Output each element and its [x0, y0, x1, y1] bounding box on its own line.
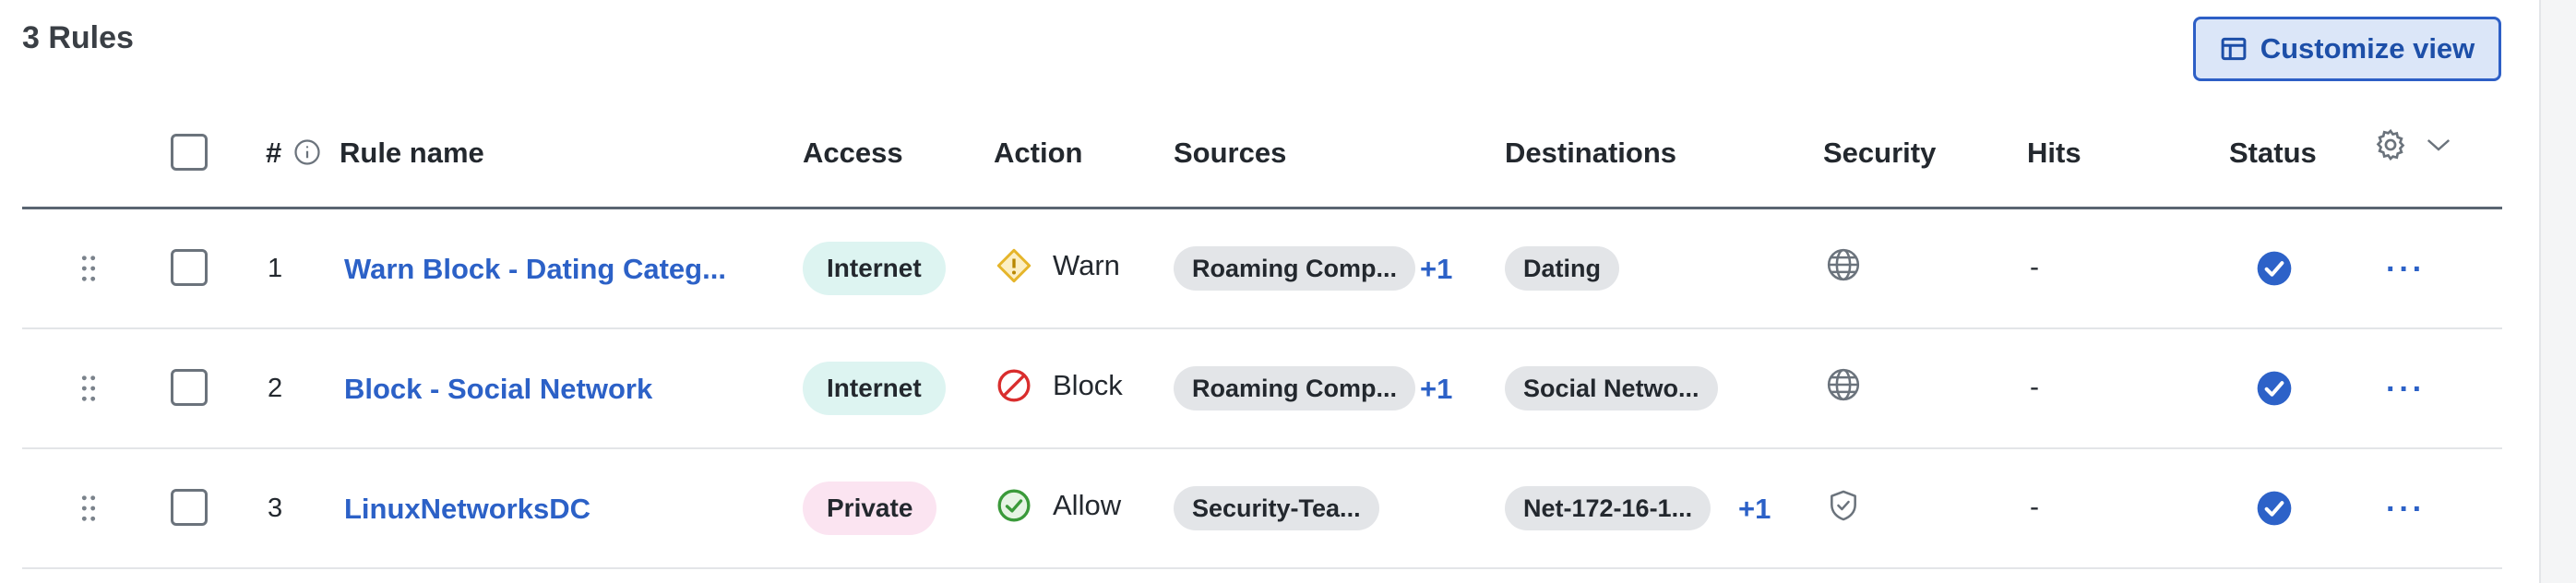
- drag-handle-icon[interactable]: [79, 255, 98, 282]
- index-header-label: #: [266, 137, 282, 169]
- scrollbar[interactable]: [2539, 0, 2576, 583]
- row-checkbox[interactable]: [171, 369, 208, 406]
- drag-handle-icon[interactable]: [79, 494, 98, 522]
- globe-icon: [1827, 368, 1860, 401]
- column-header-access[interactable]: Access: [803, 137, 903, 170]
- column-header-rule-name[interactable]: Rule name: [340, 137, 484, 170]
- source-more-link[interactable]: +1: [1420, 253, 1452, 286]
- rule-name-link[interactable]: LinuxNetworksDC: [344, 493, 590, 526]
- destination-tag: Dating: [1505, 246, 1619, 291]
- rule-name-link[interactable]: Block - Social Network: [344, 373, 652, 406]
- row-divider: [22, 327, 2502, 329]
- row-divider: [22, 447, 2502, 449]
- header-divider: [22, 207, 2502, 209]
- action-cell: Allow: [996, 487, 1121, 524]
- access-badge: Internet: [803, 242, 946, 295]
- column-header-sources[interactable]: Sources: [1174, 137, 1286, 170]
- more-options-icon[interactable]: ···: [2386, 494, 2426, 525]
- check-circle-icon: [2257, 491, 2292, 526]
- drag-handle-icon[interactable]: [79, 375, 98, 402]
- more-options-icon[interactable]: ···: [2386, 374, 2426, 405]
- customize-view-button[interactable]: Customize view: [2193, 17, 2501, 81]
- block-icon: [997, 369, 1031, 402]
- check-circle-icon: [2257, 251, 2292, 286]
- column-header-destinations[interactable]: Destinations: [1505, 137, 1676, 170]
- source-tag: Roaming Comp...: [1174, 246, 1415, 291]
- layout-icon: [2221, 37, 2247, 61]
- hits-value: -: [2030, 252, 2039, 282]
- access-badge: Internet: [803, 362, 946, 415]
- row-divider: [22, 567, 2502, 569]
- column-header-status[interactable]: Status: [2229, 137, 2317, 170]
- action-cell: Block: [996, 367, 1123, 404]
- info-icon[interactable]: [293, 138, 321, 166]
- chevron-down-icon: [2427, 139, 2451, 151]
- access-badge: Private: [803, 482, 937, 535]
- destination-more-link[interactable]: +1: [1738, 493, 1771, 526]
- destination-tag: Social Netwo...: [1505, 366, 1718, 410]
- rule-index: 1: [268, 254, 283, 283]
- gear-icon: [2376, 128, 2405, 161]
- source-more-link[interactable]: +1: [1420, 373, 1452, 406]
- hits-value: -: [2030, 372, 2039, 402]
- check-circle-icon: [2257, 371, 2292, 406]
- hits-value: -: [2030, 492, 2039, 522]
- action-cell: Warn: [996, 247, 1120, 284]
- row-checkbox[interactable]: [171, 249, 208, 286]
- column-settings-menu[interactable]: [2373, 127, 2452, 162]
- row-checkbox[interactable]: [171, 489, 208, 526]
- shield-check-icon: [1831, 490, 1856, 521]
- action-label: Warn: [1053, 249, 1120, 281]
- select-all-checkbox[interactable]: [171, 134, 208, 171]
- column-header-action[interactable]: Action: [994, 137, 1082, 170]
- customize-view-label: Customize view: [2260, 32, 2475, 65]
- more-options-icon[interactable]: ···: [2386, 254, 2426, 285]
- rule-index: 2: [268, 374, 283, 403]
- rule-name-link[interactable]: Warn Block - Dating Categ...: [344, 253, 726, 286]
- action-label: Block: [1053, 369, 1123, 401]
- warn-icon: [996, 248, 1032, 283]
- action-label: Allow: [1053, 489, 1122, 521]
- destination-tag: Net-172-16-1...: [1505, 486, 1711, 530]
- globe-icon: [1827, 248, 1860, 281]
- column-header-hits[interactable]: Hits: [2027, 137, 2081, 170]
- page-title: 3 Rules: [22, 20, 134, 55]
- column-header-index: #: [266, 137, 281, 170]
- allow-icon: [997, 489, 1031, 522]
- source-tag: Security-Tea...: [1174, 486, 1379, 530]
- rule-index: 3: [268, 494, 283, 523]
- source-tag: Roaming Comp...: [1174, 366, 1415, 410]
- column-header-security[interactable]: Security: [1823, 137, 1936, 170]
